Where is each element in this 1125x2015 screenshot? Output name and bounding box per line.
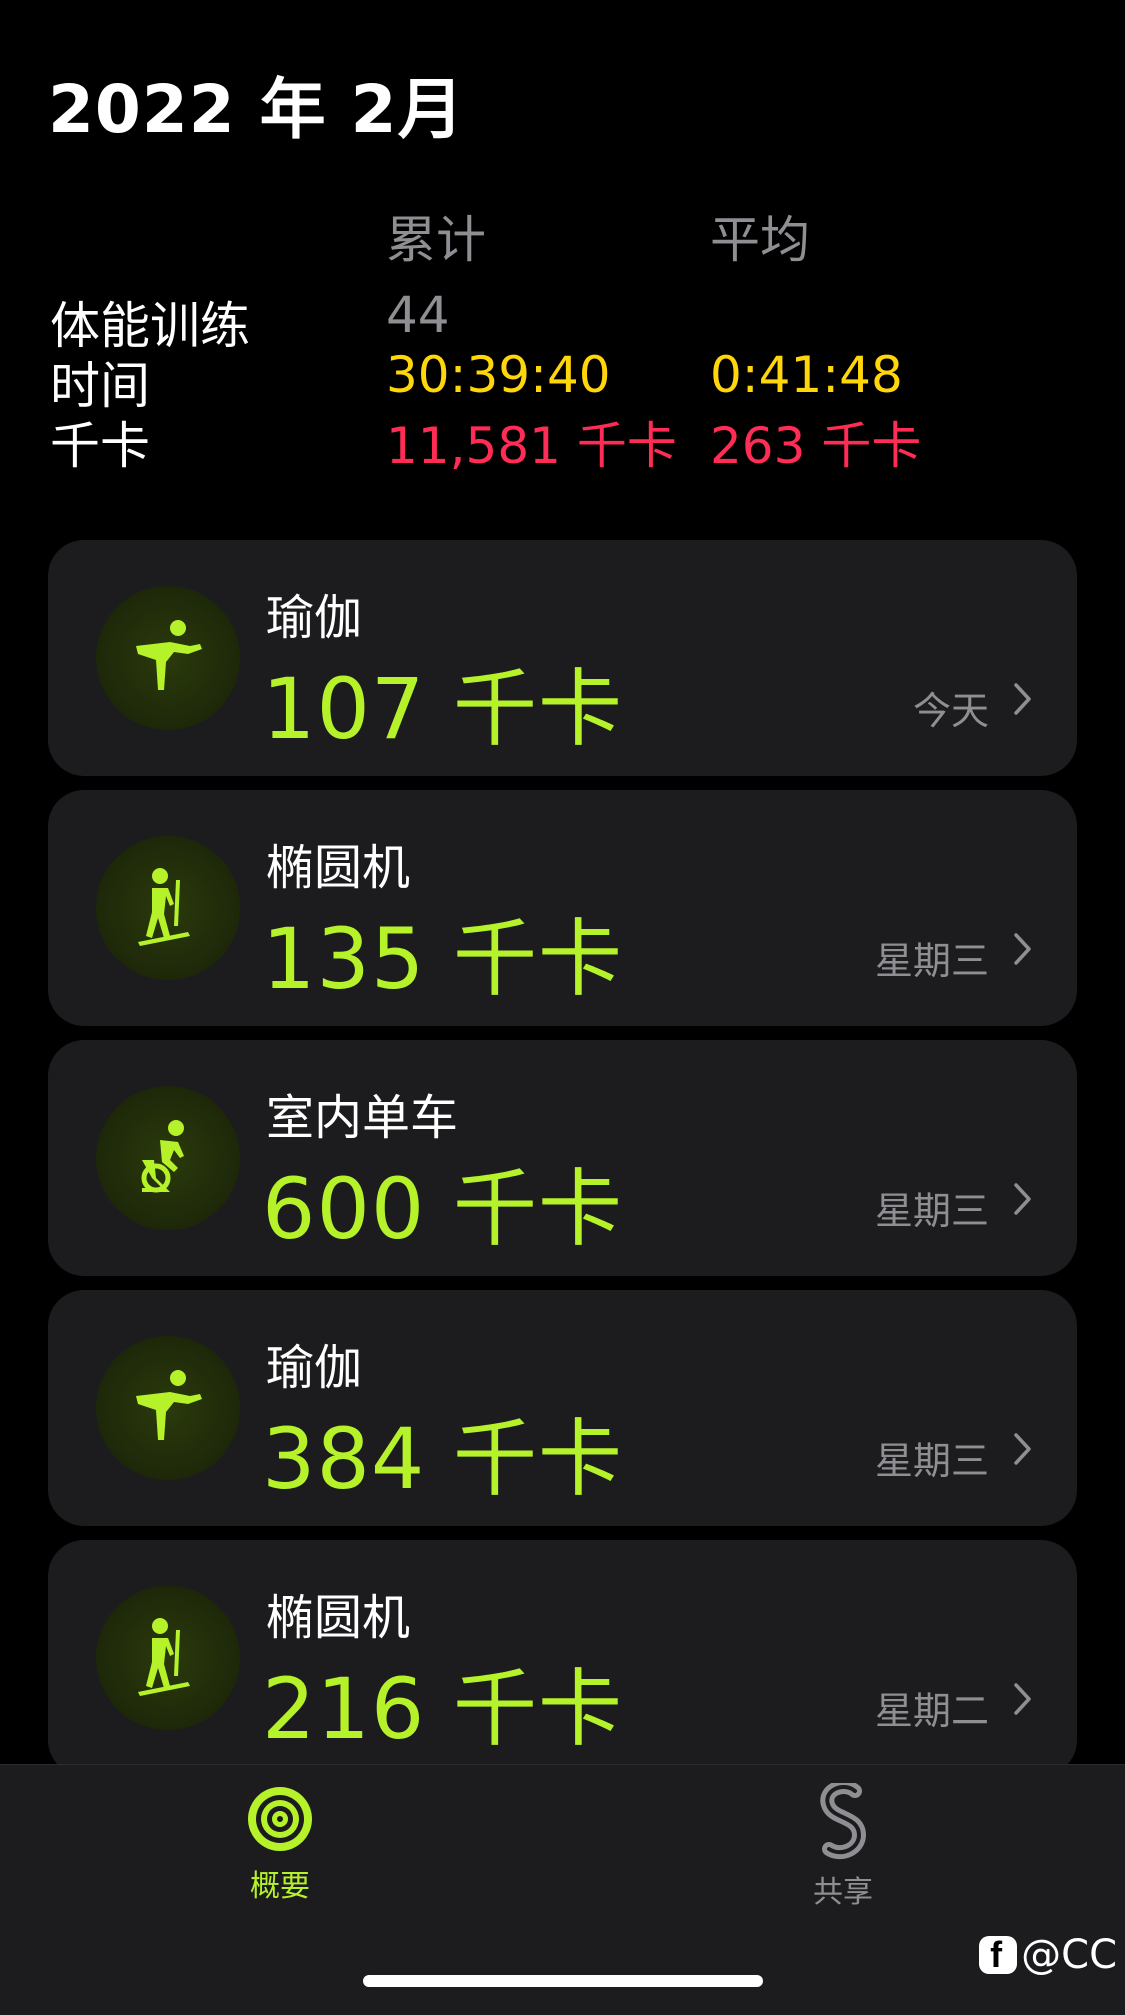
workouts-total-value: 44 [386,286,450,344]
workout-name: 室内单车 [266,1090,459,1146]
workout-calories: 216 千卡 [262,1660,624,1758]
yoga-icon [96,586,240,730]
watermark: f @CC [979,1932,1117,1978]
workout-name: 瑜伽 [266,590,363,646]
chevron-right-icon [1014,1183,1031,1215]
workout-calories: 384 千卡 [262,1410,624,1508]
workout-date: 今天 [912,689,989,733]
tab-sharing-label: 共享 [813,1875,873,1910]
calories-total-value: 11,581 千卡 [386,417,677,475]
tab-summary[interactable]: 概要 [200,1765,360,1905]
page-title: 2022 年 2月 [48,71,465,148]
workout-card[interactable]: 瑜伽 384 千卡 星期三 [48,1290,1077,1526]
workout-card[interactable]: 瑜伽 107 千卡 今天 [48,540,1077,776]
chevron-right-icon [1014,933,1031,965]
column-header-total: 累计 [386,211,486,269]
sharing-icon [820,1783,867,1860]
activity-rings-icon [248,1787,312,1851]
workout-date: 星期三 [874,939,989,983]
home-indicator[interactable] [363,1975,763,1987]
workout-calories: 600 千卡 [262,1160,624,1258]
elliptical-icon [96,1586,240,1730]
workout-calories: 135 千卡 [262,910,624,1008]
workout-date: 星期三 [874,1189,989,1233]
workout-date: 星期三 [874,1439,989,1483]
workout-card[interactable]: 椭圆机 135 千卡 星期三 [48,790,1077,1026]
workout-name: 瑜伽 [266,1340,363,1396]
workout-name: 椭圆机 [266,840,411,896]
yoga-icon [96,1336,240,1480]
workout-name: 椭圆机 [266,1590,411,1646]
workout-card[interactable]: 室内单车 600 千卡 星期三 [48,1040,1077,1276]
workout-calories: 107 千卡 [262,660,624,758]
column-header-average: 平均 [710,211,810,269]
tab-sharing[interactable]: 共享 [763,1765,923,1911]
elliptical-icon [96,836,240,980]
chevron-right-icon [1014,1433,1031,1465]
chevron-right-icon [1014,683,1031,715]
watermark-text: @CC [1021,1932,1117,1978]
row-label-calories: 千卡 [50,417,150,475]
workout-date: 星期二 [874,1689,989,1733]
time-average-value: 0:41:48 [710,346,903,404]
indoor-cycle-icon [96,1086,240,1230]
facebook-icon: f [979,1934,1018,1975]
chevron-right-icon [1014,1683,1031,1715]
time-total-value: 30:39:40 [386,346,611,404]
tab-summary-label: 概要 [250,1869,310,1904]
workout-card[interactable]: 椭圆机 216 千卡 星期二 [48,1540,1077,1776]
calories-average-value: 263 千卡 [710,417,922,475]
